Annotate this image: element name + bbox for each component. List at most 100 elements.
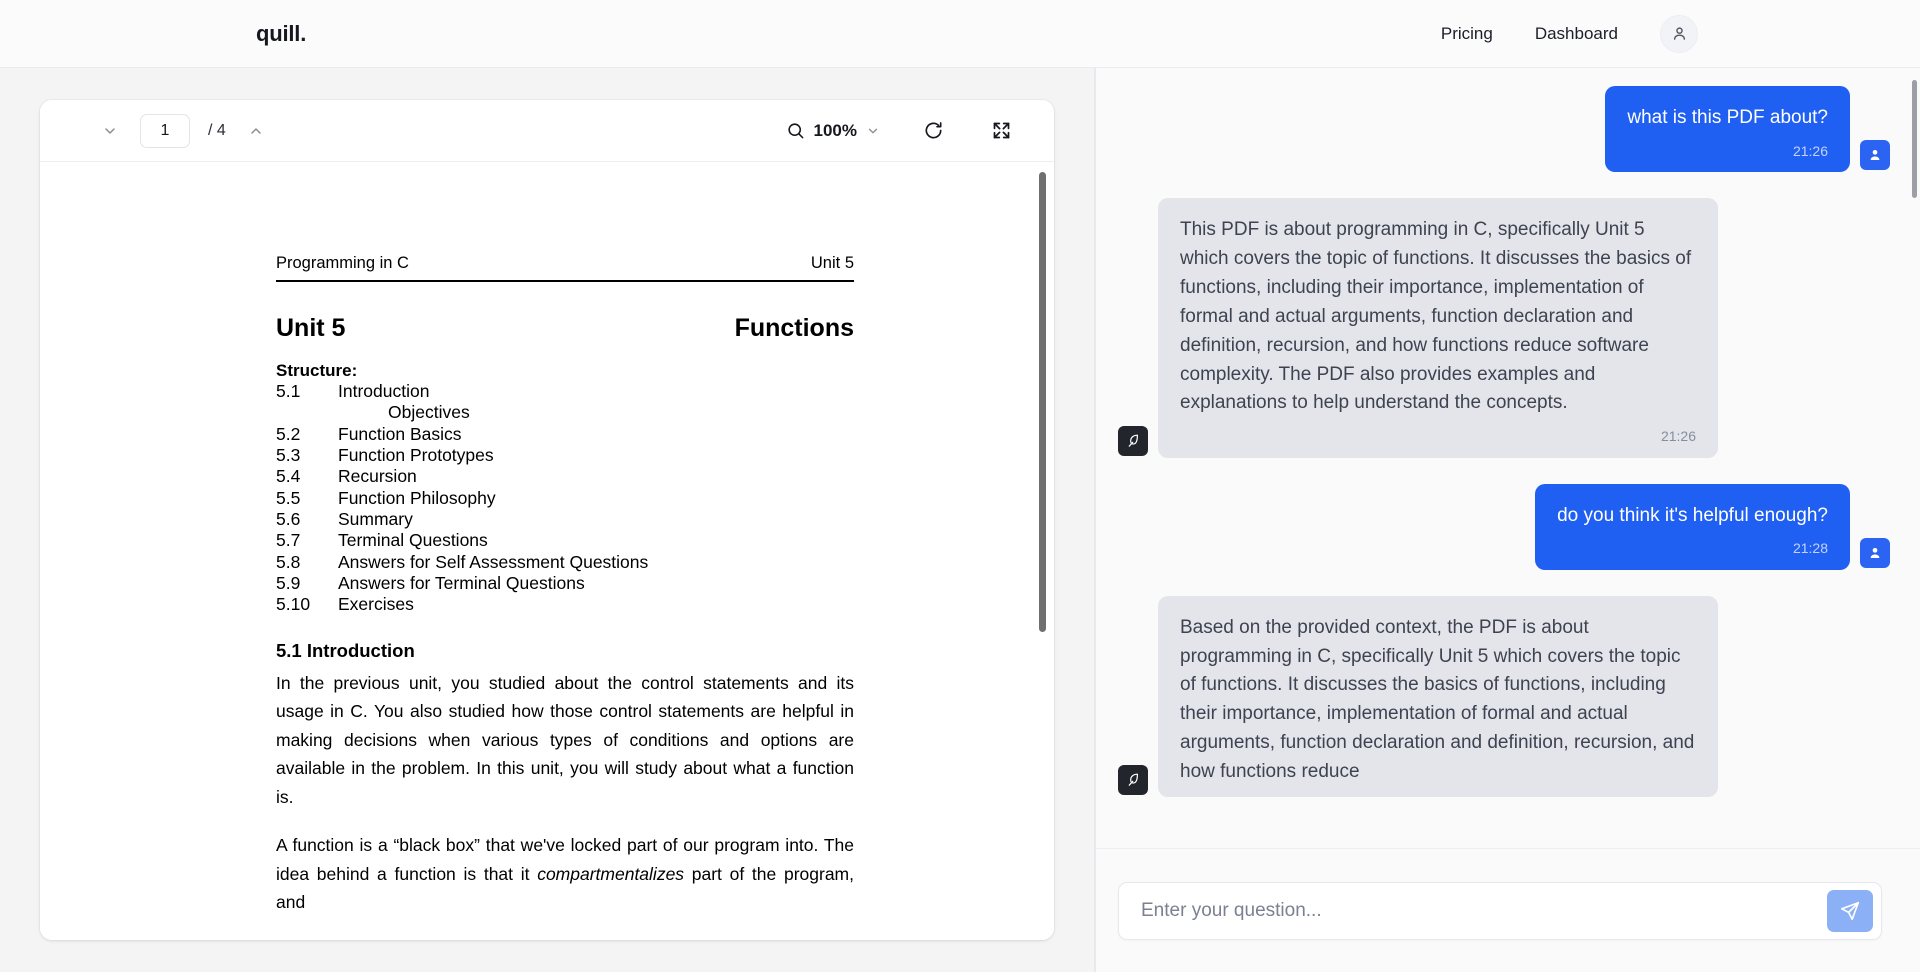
chat-message-bot: This PDF is about programming in C, spec…: [1118, 198, 1890, 458]
fullscreen-button[interactable]: [986, 116, 1016, 146]
message-timestamp: 21:26: [1660, 428, 1696, 445]
nav-link-pricing[interactable]: Pricing: [1441, 24, 1493, 44]
structure-item: 5.1 Introduction: [276, 381, 854, 402]
page-total-label: / 4: [208, 121, 226, 139]
structure-item: 5.8 Answers for Self Assessment Questions: [276, 552, 854, 573]
intro-paragraph-1: In the previous unit, you studied about …: [276, 672, 854, 807]
chat-composer: [1096, 848, 1920, 972]
message-bubble: what is this PDF about? 21:26: [1605, 86, 1850, 173]
document-topic-title: Functions: [734, 314, 854, 342]
user-icon: [1673, 27, 1685, 40]
structure-item-label: Terminal Questions: [338, 530, 488, 551]
structure-item: 5.5 Function Philosophy: [276, 488, 854, 509]
top-navigation-bar: quill. Pricing Dashboard: [0, 0, 1920, 68]
message-text: what is this PDF about?: [1627, 107, 1828, 128]
user-icon: [1870, 150, 1880, 161]
pdf-viewer-pane: / 4 100%: [0, 68, 1094, 972]
chevron-down-icon: [105, 127, 115, 134]
nav-link-dashboard[interactable]: Dashboard: [1535, 24, 1618, 44]
chat-message-bot: Based on the provided context, the PDF i…: [1118, 595, 1890, 797]
message-bubble: do you think it's helpful enough? 21:28: [1535, 483, 1850, 570]
refresh-button[interactable]: [918, 116, 948, 146]
main-content: / 4 100%: [0, 68, 1920, 972]
structure-item-number: 5.7: [276, 530, 301, 551]
chevron-up-icon: [251, 127, 261, 134]
message-text: do you think it's helpful enough?: [1557, 504, 1828, 526]
intro-paragraph-2: A function is a “black box” that we've l…: [276, 831, 854, 917]
structure-item-number: 5.10: [276, 594, 311, 615]
brand-logo[interactable]: quill.: [256, 21, 306, 47]
chat-vertical-scrollbar[interactable]: [1912, 80, 1917, 198]
chat-question-input[interactable]: [1141, 899, 1827, 922]
section-heading: 5.1 Introduction: [276, 639, 415, 661]
page-number-input[interactable]: [140, 113, 190, 148]
assistant-avatar: [1118, 764, 1148, 795]
next-page-button[interactable]: [241, 116, 271, 146]
structure-item: 5.9 Answers for Terminal Questions: [276, 573, 854, 594]
document-header-left: Programming in C: [276, 254, 409, 272]
zoom-level-label: 100%: [813, 120, 857, 140]
search-icon: [787, 123, 803, 139]
pdf-document-scroll-area[interactable]: Programming in C Unit 5 Unit 5 Functions…: [40, 162, 1054, 940]
send-message-button[interactable]: [1827, 889, 1873, 932]
message-timestamp: 21:28: [1792, 540, 1828, 557]
expand-icon: [993, 122, 1009, 139]
structure-item: 5.4 Recursion: [276, 466, 854, 487]
pdf-page-controls: / 4: [95, 113, 271, 148]
user-icon: [1870, 547, 1880, 558]
structure-item-label: Summary: [338, 509, 413, 530]
pdf-vertical-scrollbar[interactable]: [1039, 172, 1046, 632]
structure-item: 5.3 Function Prototypes: [276, 445, 854, 466]
structure-item-number: 5.3: [276, 445, 301, 466]
structure-item: 5.10 Exercises: [276, 594, 854, 615]
structure-item-number: 5.2: [276, 423, 301, 444]
structure-item-number: 5.1: [276, 381, 301, 401]
structure-item-number: 5.6: [276, 509, 301, 530]
structure-item-number: 5.9: [276, 573, 301, 594]
structure-item-label: Function Basics: [338, 423, 462, 444]
message-text: This PDF is about programming in C, spec…: [1180, 219, 1692, 414]
pdf-viewer-card: / 4 100%: [40, 100, 1054, 940]
pdf-page-1: Programming in C Unit 5 Unit 5 Functions…: [40, 162, 1054, 917]
message-text: Based on the provided context, the PDF i…: [1180, 616, 1695, 783]
chat-message-list[interactable]: what is this PDF about? 21:26 This PDF is …: [1096, 68, 1920, 848]
structure-label: Structure:: [276, 361, 358, 380]
chat-input-box: [1118, 881, 1882, 940]
structure-item-label: Answers for Self Assessment Questions: [338, 551, 649, 572]
structure-item-number: 5.8: [276, 551, 301, 572]
pdf-view-controls: 100%: [786, 116, 1016, 146]
chevron-down-icon: [868, 128, 878, 133]
structure-item-label: Recursion: [338, 466, 417, 487]
structure-item-number: 5.4: [276, 466, 301, 487]
refresh-icon: [925, 122, 942, 139]
chat-message-user: do you think it's helpful enough? 21:28: [1118, 483, 1890, 570]
structure-item-label: Answers for Terminal Questions: [338, 573, 585, 594]
structure-item-label: Function Philosophy: [338, 487, 496, 508]
quill-icon: [1128, 774, 1138, 787]
document-title-row: Unit 5 Functions: [276, 314, 854, 343]
zoom-control[interactable]: 100%: [786, 121, 880, 141]
send-icon: [1840, 901, 1860, 920]
chat-pane: what is this PDF about? 21:26 This PDF is …: [1096, 68, 1920, 972]
previous-page-button[interactable]: [95, 116, 125, 146]
assistant-avatar: [1118, 425, 1148, 456]
quill-icon: [1128, 434, 1138, 447]
document-running-header: Programming in C Unit 5: [276, 254, 854, 282]
paragraph-2-emphasis: compartmentalizes: [537, 863, 685, 884]
user-avatar: [1860, 537, 1890, 568]
document-unit-title: Unit 5: [276, 314, 346, 342]
structure-list: 5.1 Introduction Objectives 5.2 Function Bas…: [276, 381, 854, 616]
pdf-toolbar: / 4 100%: [40, 100, 1054, 162]
structure-item-label: Introduction: [338, 381, 430, 401]
chat-message-user: what is this PDF about? 21:26: [1118, 86, 1890, 173]
structure-item-number: 5.5: [276, 487, 301, 508]
message-bubble: This PDF is about programming in C, spec…: [1158, 198, 1718, 458]
nav-links: Pricing Dashboard: [1441, 14, 1698, 53]
user-avatar: [1860, 140, 1890, 171]
message-bubble: Based on the provided context, the PDF i…: [1158, 595, 1718, 797]
structure-item: Objectives: [388, 402, 470, 423]
structure-item: 5.7 Terminal Questions: [276, 530, 854, 551]
document-header-right: Unit 5: [810, 254, 854, 272]
account-avatar-button[interactable]: [1660, 14, 1698, 53]
structure-item: 5.2 Function Basics: [276, 424, 854, 445]
